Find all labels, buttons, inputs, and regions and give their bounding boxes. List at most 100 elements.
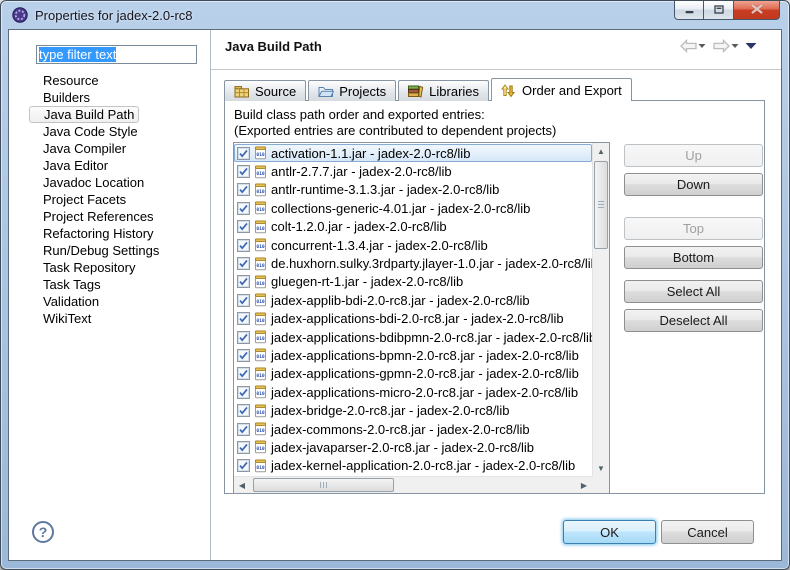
entry-row[interactable]: 010concurrent-1.3.4.jar - jadex-2.0-rc8/…	[234, 236, 592, 254]
close-button[interactable]	[734, 1, 780, 20]
ok-button[interactable]: OK	[563, 520, 656, 544]
entry-row[interactable]: 010jadex-javaparser-2.0-rc8.jar - jadex-…	[234, 438, 592, 456]
entry-checkbox[interactable]	[237, 423, 250, 436]
vertical-scroll-thumb[interactable]	[594, 161, 608, 249]
entry-checkbox[interactable]	[237, 441, 250, 454]
sidebar-item-validation[interactable]: Validation	[29, 293, 207, 310]
filter-input[interactable]: type filter text	[36, 45, 197, 64]
entry-checkbox[interactable]	[237, 404, 250, 417]
jar-icon: 010	[254, 238, 267, 252]
entry-row[interactable]: 010jadex-applications-gpmn-2.0-rc8.jar -…	[234, 365, 592, 383]
svg-text:010: 010	[256, 281, 265, 287]
forward-icon[interactable]	[712, 39, 731, 53]
package-icon	[234, 85, 250, 98]
entry-checkbox[interactable]	[237, 239, 250, 252]
sidebar-item-java-build-path[interactable]: Java Build Path	[29, 106, 139, 123]
sidebar-item-javadoc-location[interactable]: Javadoc Location	[29, 174, 207, 191]
entry-label: de.huxhorn.sulky.3rdparty.jlayer-1.0.jar…	[271, 256, 592, 271]
entry-label: jadex-applications-micro-2.0-rc8.jar - j…	[271, 385, 578, 400]
entry-checkbox[interactable]	[237, 331, 250, 344]
jar-icon: 010	[254, 385, 267, 399]
tab-source[interactable]: Source	[224, 80, 306, 101]
bottom-button[interactable]: Bottom	[624, 246, 763, 269]
header-divider	[211, 69, 781, 70]
entry-checkbox[interactable]	[237, 257, 250, 270]
horizontal-scroll-thumb[interactable]	[253, 478, 394, 492]
sidebar-item-java-code-style[interactable]: Java Code Style	[29, 123, 207, 140]
entry-checkbox[interactable]	[237, 147, 250, 160]
view-menu-icon[interactable]	[745, 42, 757, 50]
sidebar-item-task-tags[interactable]: Task Tags	[29, 276, 207, 293]
entry-checkbox[interactable]	[237, 183, 250, 196]
entry-row[interactable]: 010jadex-applications-bdibpmn-2.0-rc8.ja…	[234, 328, 592, 346]
horizontal-scrollbar[interactable]: ◀ ▶	[234, 476, 592, 493]
entry-checkbox[interactable]	[237, 294, 250, 307]
sidebar-item-builders[interactable]: Builders	[29, 89, 207, 106]
sidebar-item-project-facets[interactable]: Project Facets	[29, 191, 207, 208]
entry-checkbox[interactable]	[237, 275, 250, 288]
help-button[interactable]: ?	[32, 521, 54, 543]
entry-checkbox[interactable]	[237, 202, 250, 215]
sidebar-item-wikitext[interactable]: WikiText	[29, 310, 207, 327]
entry-checkbox[interactable]	[237, 386, 250, 399]
back-history-icon[interactable]	[698, 43, 706, 49]
svg-text:010: 010	[256, 318, 265, 324]
deselect-all-button[interactable]: Deselect All	[624, 309, 763, 332]
tab-label: Libraries	[429, 84, 479, 99]
entry-row[interactable]: 010gluegen-rt-1.jar - jadex-2.0-rc8/lib	[234, 273, 592, 291]
forward-history-icon[interactable]	[731, 43, 739, 49]
cancel-button[interactable]: Cancel	[661, 520, 754, 544]
sidebar-item-refactoring-history[interactable]: Refactoring History	[29, 225, 207, 242]
entry-checkbox[interactable]	[237, 349, 250, 362]
entry-row[interactable]: 010de.huxhorn.sulky.3rdparty.jlayer-1.0.…	[234, 254, 592, 272]
scroll-left-icon[interactable]: ◀	[234, 477, 250, 493]
entry-row[interactable]: 010jadex-applications-bpmn-2.0-rc8.jar -…	[234, 346, 592, 364]
entry-row[interactable]: 010jadex-commons-2.0-rc8.jar - jadex-2.0…	[234, 420, 592, 438]
entry-row[interactable]: 010 jadex-applications-micro-2.0-rc8.jar …	[234, 383, 592, 401]
scroll-up-icon[interactable]: ▲	[593, 143, 609, 159]
jar-icon: 010	[254, 275, 267, 289]
eclipse-properties-icon	[12, 7, 28, 23]
scroll-right-icon[interactable]: ▶	[576, 477, 592, 493]
sidebar-item-project-references[interactable]: Project References	[29, 208, 207, 225]
top-button: Top	[624, 217, 763, 240]
title-bar[interactable]: Properties for jadex-2.0-rc8	[1, 1, 789, 29]
jar-icon: 010	[254, 367, 267, 381]
entry-checkbox[interactable]	[237, 220, 250, 233]
entry-row[interactable]: 010 jadex-applications-bdi-2.0-rc8.jar - …	[234, 310, 592, 328]
minimize-button[interactable]	[674, 1, 704, 20]
entry-checkbox[interactable]	[237, 459, 250, 472]
back-icon[interactable]	[679, 39, 698, 53]
svg-text:010: 010	[256, 152, 265, 158]
entry-label: jadex-applications-bdi-2.0-rc8.jar - jad…	[271, 311, 564, 326]
entry-label: jadex-bridge-2.0-rc8.jar - jadex-2.0-rc8…	[271, 403, 509, 418]
entry-row[interactable]: 010collections-generic-4.01.jar - jadex-…	[234, 199, 592, 217]
sidebar-item-task-repository[interactable]: Task Repository	[29, 259, 207, 276]
entry-row[interactable]: 010jadex-bridge-2.0-rc8.jar - jadex-2.0-…	[234, 401, 592, 419]
scroll-down-icon[interactable]: ▼	[593, 460, 609, 476]
down-button[interactable]: Down	[624, 173, 763, 196]
entry-checkbox[interactable]	[237, 165, 250, 178]
vertical-scrollbar[interactable]: ▲ ▼	[592, 143, 609, 476]
entry-row[interactable]: 010antlr-runtime-3.1.3.jar - jadex-2.0-r…	[234, 181, 592, 199]
maximize-button[interactable]	[704, 1, 734, 20]
tab-libraries[interactable]: Libraries	[398, 80, 489, 101]
entry-row[interactable]: 010antlr-2.7.7.jar - jadex-2.0-rc8/lib	[234, 162, 592, 180]
settings-panel: Java Build Path SourceProjectsLibrariesO…	[211, 30, 781, 560]
sidebar-item-run-debug-settings[interactable]: Run/Debug Settings	[29, 242, 207, 259]
entry-checkbox[interactable]	[237, 367, 250, 380]
tab-order-and-export[interactable]: Order and Export	[491, 78, 632, 101]
entry-row[interactable]: 010colt-1.2.0.jar - jadex-2.0-rc8/lib	[234, 218, 592, 236]
entry-row[interactable]: 010jadex-applib-bdi-2.0-rc8.jar - jadex-…	[234, 291, 592, 309]
sidebar-item-java-editor[interactable]: Java Editor	[29, 157, 207, 174]
entry-label: colt-1.2.0.jar - jadex-2.0-rc8/lib	[271, 219, 447, 234]
entry-row[interactable]: 010jadex-kernel-application-2.0-rc8.jar …	[234, 457, 592, 475]
sidebar-item-resource[interactable]: Resource	[29, 72, 207, 89]
entry-row[interactable]: 010activation-1.1.jar - jadex-2.0-rc8/li…	[234, 144, 592, 162]
select-all-button[interactable]: Select All	[624, 280, 763, 303]
sidebar-item-java-compiler[interactable]: Java Compiler	[29, 140, 207, 157]
svg-text:010: 010	[256, 465, 265, 471]
entry-checkbox[interactable]	[237, 312, 250, 325]
tab-projects[interactable]: Projects	[308, 80, 396, 101]
entry-label: antlr-2.7.7.jar - jadex-2.0-rc8/lib	[271, 164, 452, 179]
